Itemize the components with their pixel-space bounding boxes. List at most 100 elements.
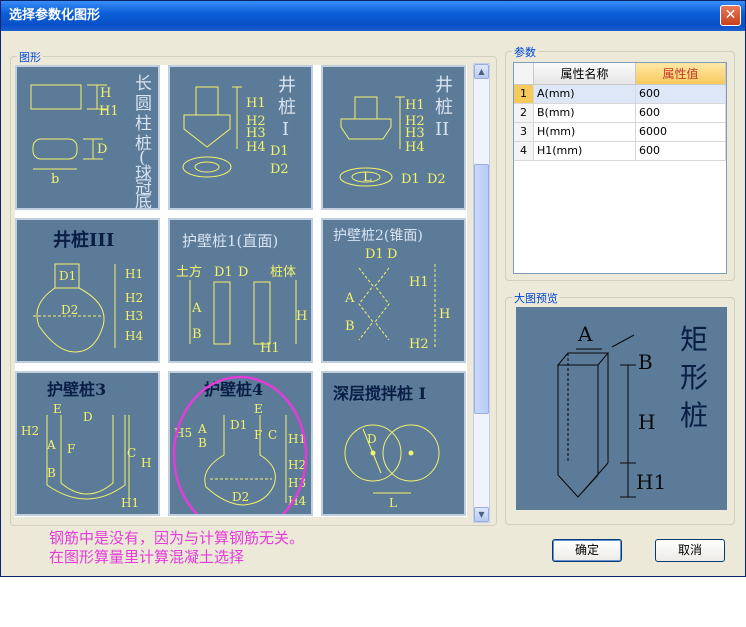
tile-long-round-pile[interactable]: H H1 D b 长圆柱 桩(球 冠底 <box>15 65 160 210</box>
tile-guard-pile-4[interactable]: 护壁桩4 E H5 D1 ABFC H1 H2 H3 D2 H4 <box>168 371 313 516</box>
annotation-line-2: 在图形算量里计算混凝土选择 <box>49 548 245 566</box>
svg-text:C: C <box>127 446 136 460</box>
header-prop-name[interactable]: 属性名称 <box>534 63 636 84</box>
tile-guard-pile-2-drawing: 护壁桩2(锥面) D1 D AB H1 H H2 <box>333 227 450 352</box>
params-group-label: 参数 <box>512 44 538 60</box>
svg-text:H: H <box>141 456 151 470</box>
window-title: 选择参数化图形 <box>9 8 101 23</box>
svg-text:B: B <box>198 436 207 450</box>
svg-text:圆: 圆 <box>135 94 152 114</box>
params-table: 属性名称 属性值 1 A(mm) 600 2 B(mm) 600 3 H(mm)… <box>513 62 727 274</box>
svg-text:D: D <box>367 432 377 446</box>
svg-text:深层搅拌桩 I: 深层搅拌桩 I <box>333 384 426 403</box>
tile-long-round-pile-drawing: H H1 D b 长圆柱 桩(球 冠底 <box>30 74 152 208</box>
tile-deep-mix-pile[interactable]: 深层搅拌桩 I D L <box>321 371 466 516</box>
svg-text:II: II <box>435 119 449 140</box>
tile-well-pile-1-drawing: H1H2H3 H4 D1D2 井桩I <box>182 75 296 178</box>
svg-text:B: B <box>47 466 56 480</box>
svg-text:D1: D1 <box>230 418 247 432</box>
svg-text:柱: 柱 <box>135 114 152 134</box>
value-cell[interactable]: 600 <box>636 142 726 160</box>
preview-drawing: A B H H1 矩形桩 <box>556 322 708 498</box>
tile-guard-pile-2[interactable]: 护壁桩2(锥面) D1 D AB H1 H H2 <box>321 218 466 363</box>
preview-canvas: A B H H1 矩形桩 <box>516 307 727 510</box>
svg-text:桩: 桩 <box>680 399 708 432</box>
svg-text:井: 井 <box>278 75 296 96</box>
value-cell[interactable]: 600 <box>636 85 726 103</box>
preview-label-H: H <box>638 410 655 434</box>
svg-text:H4: H4 <box>125 329 143 343</box>
svg-text:H2: H2 <box>409 337 429 352</box>
value-cell[interactable]: 600 <box>636 104 726 122</box>
ok-button[interactable]: 确定 <box>552 539 622 562</box>
svg-text:F: F <box>254 428 262 442</box>
preview-label-B: B <box>638 350 653 374</box>
label-H: H <box>100 86 111 101</box>
tile-deep-mix-pile-drawing: 深层搅拌桩 I D L <box>333 384 440 510</box>
svg-text:H4: H4 <box>405 140 425 155</box>
tile-guard-pile-3-drawing: 护壁桩3 E D H2 A FB CH H1 <box>21 380 151 510</box>
svg-text:H3: H3 <box>246 126 266 141</box>
svg-text:I: I <box>282 119 289 140</box>
params-table-header: 属性名称 属性值 <box>514 63 726 85</box>
table-row[interactable]: 3 H(mm) 6000 <box>514 123 726 142</box>
shapes-group-label: 图形 <box>17 49 43 65</box>
preview-label-A: A <box>577 322 593 346</box>
svg-text:E: E <box>53 402 62 416</box>
svg-text:形: 形 <box>680 361 708 394</box>
tile-guard-pile-3[interactable]: 护壁桩3 E D H2 AFB C H H1 <box>15 371 160 516</box>
svg-text:H1: H1 <box>409 275 429 290</box>
label-D: D <box>97 142 107 157</box>
tile-guard-pile-1-drawing: 护壁桩1(直面) 土方 D1 D 桩体 AB H H1 <box>176 232 307 356</box>
svg-text:D1: D1 <box>270 144 289 159</box>
table-row[interactable]: 2 B(mm) 600 <box>514 104 726 123</box>
close-button[interactable]: ✕ <box>720 5 741 26</box>
svg-text:H3: H3 <box>125 309 143 323</box>
svg-text:D: D <box>387 247 397 262</box>
preview-group-label: 大图预览 <box>512 290 560 306</box>
svg-text:A: A <box>197 422 207 436</box>
svg-text:桩: 桩 <box>435 97 453 118</box>
scroll-down-button[interactable]: ▼ <box>474 507 489 522</box>
table-row[interactable]: 4 H1(mm) 600 <box>514 142 726 161</box>
title-bar: 选择参数化图形 ✕ <box>1 1 745 31</box>
header-prop-value[interactable]: 属性值 <box>636 63 726 84</box>
table-row[interactable]: 1 A(mm) 600 <box>514 85 726 104</box>
svg-text:H2: H2 <box>288 458 306 472</box>
tile-well-pile-2-drawing: H1H2H3 H4L D1 D2 井桩II <box>339 75 453 187</box>
svg-text:A: A <box>344 291 355 306</box>
shape-grid: H H1 D b 长圆柱 桩(球 冠底 H1 H2 H3 H4 D1 D2 井 … <box>15 65 467 517</box>
svg-text:E: E <box>254 402 263 416</box>
svg-text:D1: D1 <box>365 247 384 262</box>
preview-label-H1: H1 <box>636 470 666 494</box>
shapes-scrollbar[interactable]: ▲ ▼ <box>473 63 490 523</box>
scroll-up-button[interactable]: ▲ <box>474 64 489 79</box>
svg-text:护壁桩3: 护壁桩3 <box>47 380 106 399</box>
scroll-thumb[interactable] <box>474 164 489 414</box>
svg-text:H3: H3 <box>405 126 425 141</box>
svg-text:D2: D2 <box>427 172 446 187</box>
svg-text:L: L <box>363 170 372 185</box>
svg-text:D1: D1 <box>59 269 76 283</box>
svg-text:L: L <box>389 496 397 510</box>
tile-guard-pile-1[interactable]: 护壁桩1(直面) 土方 D1 D 桩体 A B H H1 <box>168 218 313 363</box>
tile-well-pile-2[interactable]: H1 H2 H3 H4 L D1 D2 井桩 II <box>321 65 466 210</box>
label-H1: H1 <box>99 104 119 119</box>
svg-text:H1: H1 <box>125 267 143 281</box>
svg-text:护壁桩1(直面): 护壁桩1(直面) <box>182 232 278 250</box>
param-shape-dialog: 选择参数化图形 ✕ 图形 H H1 D b 长 圆 柱 桩 (球 冠 底 H1… <box>0 0 746 577</box>
value-cell[interactable]: 6000 <box>636 123 726 141</box>
svg-text:H1: H1 <box>260 341 280 356</box>
tile-well-pile-3[interactable]: 井桩III D1 D2 H1 H2 H3 H4 <box>15 218 160 363</box>
svg-text:土方: 土方 <box>176 264 202 280</box>
svg-text:护壁桩2(锥面): 护壁桩2(锥面) <box>333 227 423 244</box>
svg-text:H1: H1 <box>246 96 266 111</box>
tile-well-pile-1[interactable]: H1 H2 H3 H4 D1 D2 井桩I <box>168 65 313 210</box>
cancel-button[interactable]: 取消 <box>655 539 725 562</box>
svg-text:桩体: 桩体 <box>270 265 296 280</box>
svg-text:A: A <box>46 438 56 452</box>
svg-text:H: H <box>296 309 307 324</box>
svg-text:C: C <box>268 428 277 442</box>
svg-text:底: 底 <box>135 192 152 208</box>
svg-text:长: 长 <box>135 74 152 94</box>
